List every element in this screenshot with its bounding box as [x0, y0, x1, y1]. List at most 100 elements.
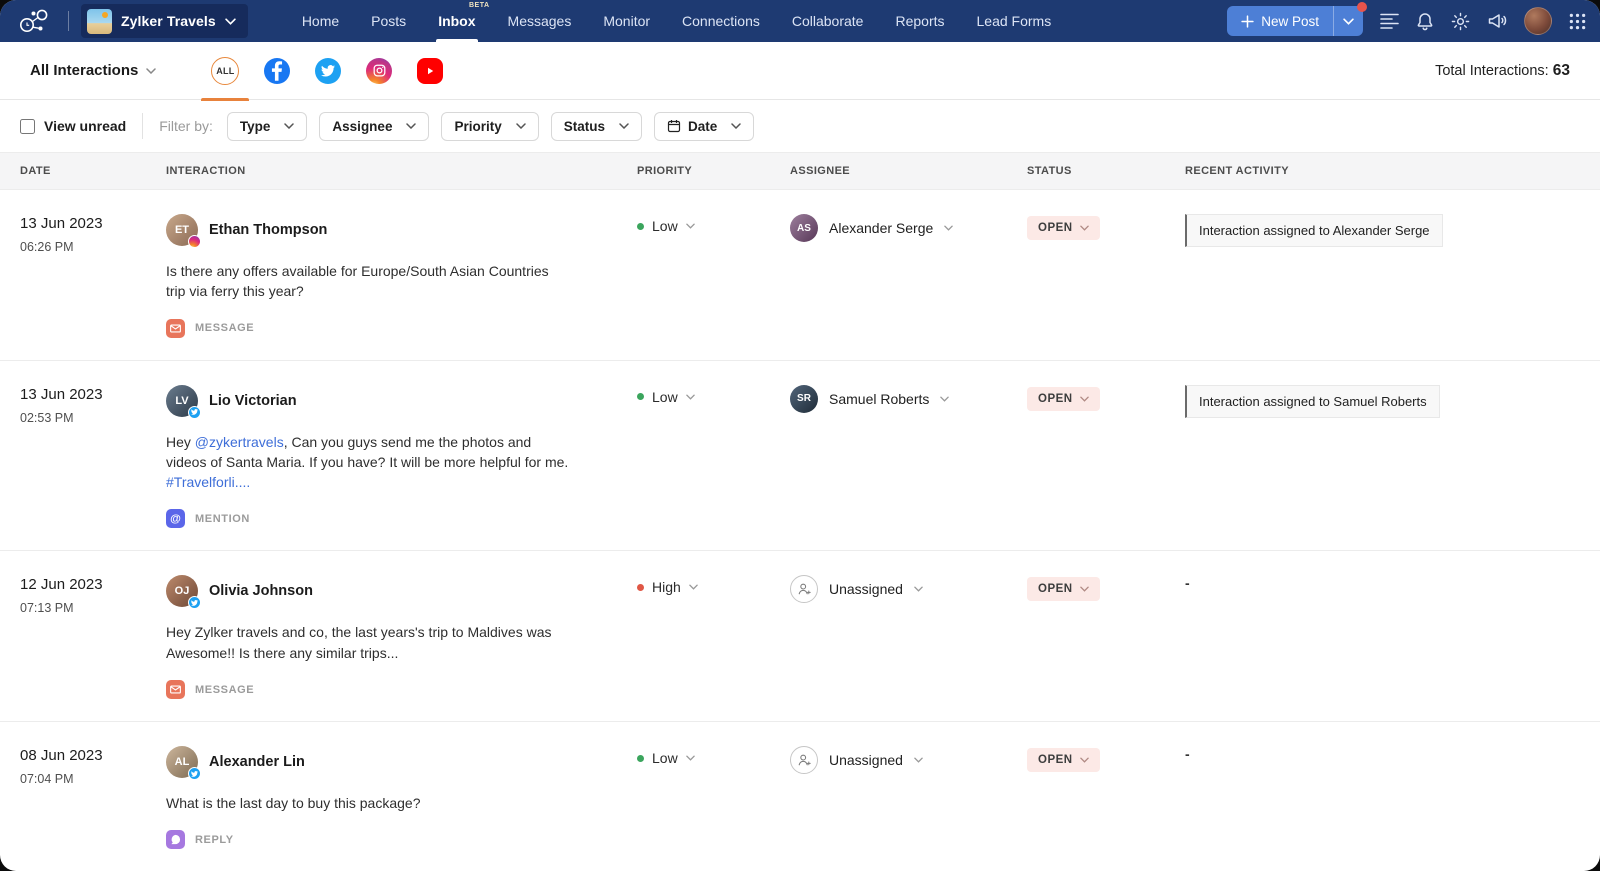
chevron-down-icon	[686, 394, 695, 400]
total-interactions-count: 63	[1553, 62, 1570, 79]
status-dropdown[interactable]: OPEN	[1027, 577, 1100, 601]
author-avatar: AL	[166, 746, 198, 778]
priority-high-dot	[637, 584, 644, 591]
nav-item-collaborate[interactable]: Collaborate	[776, 0, 880, 42]
nav-item-monitor[interactable]: Monitor	[587, 0, 666, 42]
app-grid-icon[interactable]	[1569, 13, 1586, 30]
unassigned-person-icon	[790, 746, 818, 774]
type-label: REPLY	[195, 834, 234, 846]
chevron-down-icon	[686, 755, 695, 761]
user-avatar[interactable]	[1524, 7, 1552, 35]
type-label: MENTION	[195, 513, 250, 525]
row-time: 06:26 PM	[20, 240, 166, 254]
chevron-down-icon	[689, 584, 698, 590]
priority-low-dot	[637, 393, 644, 400]
chevron-down-icon	[914, 586, 923, 592]
bell-icon[interactable]	[1416, 12, 1434, 31]
recent-activity: -	[1185, 746, 1190, 762]
mention-link[interactable]: @zykertravels	[195, 434, 284, 450]
mention-type-icon: @	[166, 509, 185, 528]
filter-type-dropdown[interactable]: Type	[227, 112, 308, 141]
interaction-message[interactable]: What is the last day to buy this package…	[166, 793, 571, 813]
instagram-icon	[366, 58, 392, 84]
view-unread-toggle[interactable]: View unread	[20, 118, 126, 134]
chevron-down-icon	[146, 68, 156, 74]
twitter-icon	[315, 58, 341, 84]
view-unread-checkbox[interactable]	[20, 119, 35, 134]
gear-icon[interactable]	[1451, 12, 1470, 31]
network-tab-all[interactable]: ALL	[211, 42, 239, 100]
filter-status-dropdown[interactable]: Status	[551, 112, 642, 141]
interaction-message[interactable]: Is there any offers available for Europe…	[166, 261, 571, 302]
author-name[interactable]: Olivia Johnson	[209, 583, 313, 599]
nav-item-home[interactable]: Home	[286, 0, 355, 42]
filter-divider	[142, 113, 143, 139]
priority-dropdown[interactable]: Low	[637, 750, 790, 766]
network-tab-facebook[interactable]	[264, 42, 290, 100]
message-type-icon	[166, 319, 185, 338]
status-dropdown[interactable]: OPEN	[1027, 387, 1100, 411]
table-row: 08 Jun 2023 07:04 PM AL Alexander Lin Wh…	[0, 722, 1600, 871]
row-date: 08 Jun 2023	[20, 747, 166, 764]
author-name[interactable]: Alexander Lin	[209, 754, 305, 770]
chevron-down-icon	[1080, 396, 1089, 402]
megaphone-icon[interactable]	[1487, 12, 1507, 30]
plus-icon	[1241, 15, 1254, 28]
chevron-down-icon	[914, 757, 923, 763]
interaction-message[interactable]: Hey Zylker travels and co, the last year…	[166, 622, 571, 663]
assignee-dropdown[interactable]: AS Alexander Serge	[790, 214, 1027, 242]
interaction-message[interactable]: Hey @zykertravels, Can you guys send me …	[166, 432, 571, 493]
interactions-view-selector[interactable]: All Interactions	[30, 62, 156, 79]
assignee-dropdown[interactable]: SR Samuel Roberts	[790, 385, 1027, 413]
new-post-button[interactable]: New Post	[1227, 6, 1333, 36]
nav-item-posts[interactable]: Posts	[355, 0, 422, 42]
column-header-assignee: ASSIGNEE	[790, 165, 1027, 177]
author-name[interactable]: Lio Victorian	[209, 393, 297, 409]
network-tab-twitter[interactable]	[315, 42, 341, 100]
priority-dropdown[interactable]: High	[637, 579, 790, 595]
nav-item-inbox[interactable]: Inbox BETA	[422, 0, 491, 42]
assignee-dropdown[interactable]: Unassigned	[790, 746, 1027, 774]
top-navbar: Zylker Travels Home Posts Inbox BETA Mes…	[0, 0, 1600, 42]
priority-low-dot	[637, 223, 644, 230]
hashtag-link[interactable]: #Travelforli....	[166, 472, 571, 492]
recent-activity: Interaction assigned to Samuel Roberts	[1185, 385, 1440, 418]
status-dropdown[interactable]: OPEN	[1027, 216, 1100, 240]
author-avatar: OJ	[166, 575, 198, 607]
network-tab-instagram[interactable]	[366, 42, 392, 100]
youtube-icon	[417, 58, 443, 84]
table-header: DATE INTERACTION PRIORITY ASSIGNEE STATU…	[0, 152, 1600, 190]
row-time: 07:13 PM	[20, 601, 166, 615]
calendar-icon	[667, 119, 681, 133]
chevron-down-icon	[686, 223, 695, 229]
nav-item-reports[interactable]: Reports	[879, 0, 960, 42]
row-time: 02:53 PM	[20, 411, 166, 425]
filter-assignee-dropdown[interactable]: Assignee	[319, 112, 429, 141]
author-name[interactable]: Ethan Thompson	[209, 222, 327, 238]
nav-item-lead-forms[interactable]: Lead Forms	[961, 0, 1068, 42]
assignee-dropdown[interactable]: Unassigned	[790, 575, 1027, 603]
priority-dropdown[interactable]: Low	[637, 218, 790, 234]
table-row: 12 Jun 2023 07:13 PM OJ Olivia Johnson H…	[0, 551, 1600, 722]
status-dropdown[interactable]: OPEN	[1027, 748, 1100, 772]
zoho-social-logo-icon[interactable]	[12, 8, 56, 34]
author-avatar: ET	[166, 214, 198, 246]
chevron-down-icon	[1080, 586, 1089, 592]
column-header-date: DATE	[20, 165, 166, 177]
facebook-icon	[264, 58, 290, 84]
instagram-badge-icon	[188, 235, 201, 248]
brand-selector[interactable]: Zylker Travels	[81, 4, 248, 38]
priority-dropdown[interactable]: Low	[637, 389, 790, 405]
nav-item-messages[interactable]: Messages	[492, 0, 588, 42]
network-tab-youtube[interactable]	[417, 42, 443, 100]
column-header-priority: PRIORITY	[637, 165, 790, 177]
row-date: 12 Jun 2023	[20, 576, 166, 593]
nav-item-connections[interactable]: Connections	[666, 0, 776, 42]
column-header-interaction: INTERACTION	[166, 165, 637, 177]
activity-feed-icon[interactable]	[1380, 13, 1399, 29]
row-date: 13 Jun 2023	[20, 215, 166, 232]
network-filter-tabs: ALL	[211, 42, 443, 100]
filter-priority-dropdown[interactable]: Priority	[441, 112, 538, 141]
chevron-down-icon	[516, 123, 526, 129]
filter-date-dropdown[interactable]: Date	[654, 112, 754, 141]
